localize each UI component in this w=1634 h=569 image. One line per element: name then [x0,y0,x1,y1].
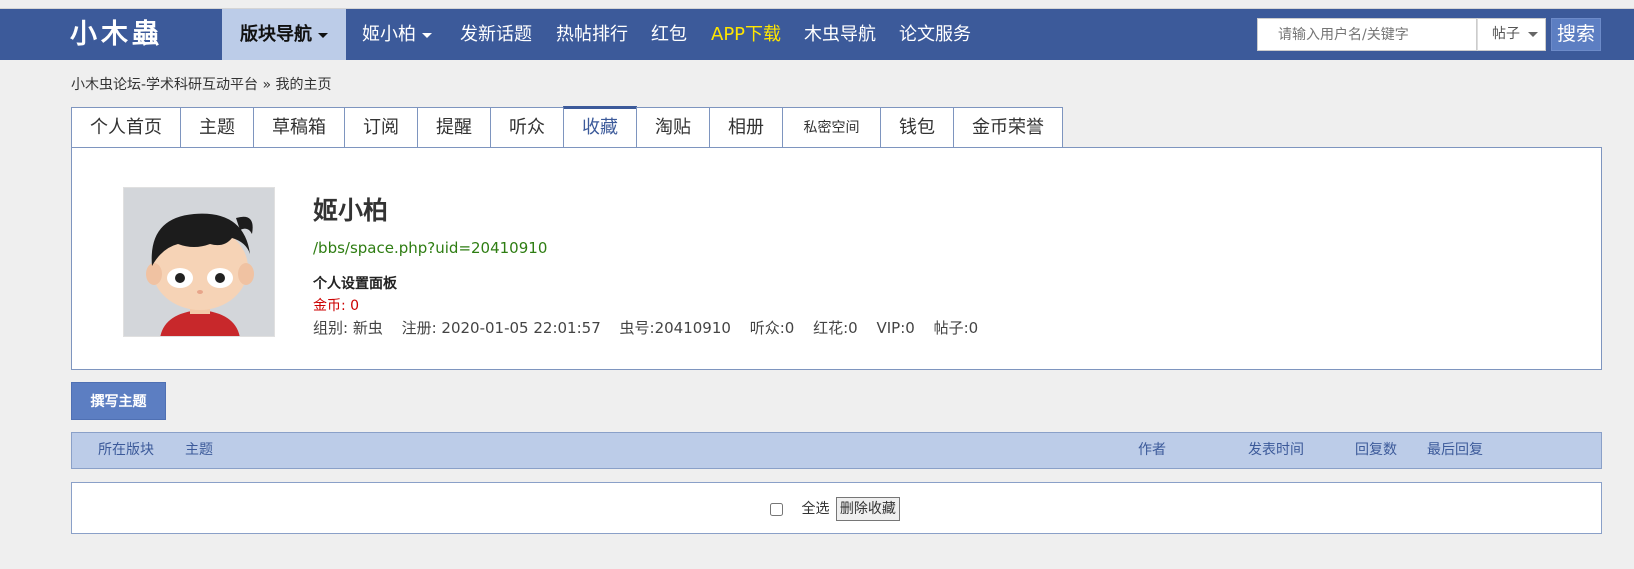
tab-coin-honors[interactable]: 金币荣誉 [953,107,1063,148]
search-type-label: 帖子 [1492,26,1520,42]
stat-uid: 虫号:20410910 [619,319,731,337]
select-all-row: 全选 删除收藏 [770,497,900,521]
favorites-table-header: 所在版块 主题 作者 发表时间 回复数 最后回复 [71,432,1602,469]
column-header-last-reply: 最后回复 [1427,442,1483,458]
nav-user-menu[interactable]: 姬小柏 [362,9,432,60]
column-header-author: 作者 [1138,442,1166,458]
column-header-replies: 回复数 [1355,442,1397,458]
stat-listeners: 听众:0 [749,319,795,337]
chevron-down-icon [422,32,432,38]
nav-red-packet[interactable]: 红包 [651,9,687,60]
nav-board-navigation-label: 版块导航 [240,24,312,45]
chevron-down-icon [318,32,328,38]
write-topic-button[interactable]: 撰写主题 [71,382,166,420]
breadcrumb: 小木虫论坛-学术科研互动平台 » 我的主页 [71,77,332,93]
user-name: 姬小柏 [313,196,389,225]
user-profile-url[interactable]: /bbs/space.php?uid=20410910 [313,239,547,257]
search-input[interactable] [1258,19,1476,50]
search-type-select[interactable]: 帖子 [1477,18,1546,51]
stat-registered: 注册: 2020-01-05 22:01:57 [401,319,601,337]
search-button[interactable]: 搜索 [1551,18,1601,51]
profile-panel: 姬小柏 /bbs/space.php?uid=20410910 个人设置面板 金… [71,147,1602,370]
tab-wallet[interactable]: 钱包 [880,107,954,148]
tab-albums[interactable]: 相册 [709,107,783,148]
tab-drafts[interactable]: 草稿箱 [253,107,345,148]
column-header-topic: 主题 [185,442,213,458]
nav-hot-posts[interactable]: 热帖排行 [556,9,628,60]
favorites-table-body: 全选 删除收藏 [71,482,1602,534]
tab-reminders[interactable]: 提醒 [417,107,491,148]
nav-board-navigation[interactable]: 版块导航 [222,9,346,60]
select-all-checkbox[interactable] [770,502,783,516]
site-logo[interactable]: 小木蟲 [70,18,200,52]
nav-muchong-navigation[interactable]: 木虫导航 [804,9,876,60]
top-navbar: 小木蟲 版块导航 姬小柏 发新话题 热帖排行 红包 APP下载 木虫导航 论文服… [0,9,1634,60]
search-box [1257,18,1477,51]
stat-posts: 帖子:0 [933,319,979,337]
nav-paper-services[interactable]: 论文服务 [899,9,971,60]
tab-subscriptions[interactable]: 订阅 [344,107,418,148]
tab-private-space[interactable]: 私密空间 [782,107,881,148]
tab-listeners[interactable]: 听众 [490,107,564,148]
nav-app-download[interactable]: APP下载 [711,9,781,60]
nav-user-menu-label: 姬小柏 [362,24,416,45]
tab-personal-home[interactable]: 个人首页 [71,107,181,148]
tab-tao-posts[interactable]: 淘贴 [636,107,710,148]
user-stats: 组别: 新虫 注册: 2020-01-05 22:01:57 虫号:204109… [313,317,992,338]
coin-balance: 金币: 0 [313,298,360,314]
avatar[interactable] [123,187,275,337]
tab-topics[interactable]: 主题 [180,107,254,148]
avatar-image [124,188,274,336]
delete-favorites-button[interactable]: 删除收藏 [835,497,900,521]
chevron-down-icon [1528,31,1538,37]
column-header-post-time: 发表时间 [1248,442,1304,458]
column-header-board: 所在版块 [98,442,154,458]
nav-new-topic[interactable]: 发新话题 [460,9,532,60]
stat-vip: VIP:0 [876,319,915,337]
stat-group: 组别: 新虫 [313,319,383,337]
tab-favorites[interactable]: 收藏 [563,106,637,148]
select-all-label: 全选 [801,501,830,517]
settings-panel-link[interactable]: 个人设置面板 [313,273,397,293]
stat-flowers: 红花:0 [813,319,858,337]
browser-top-strip [0,0,1634,9]
